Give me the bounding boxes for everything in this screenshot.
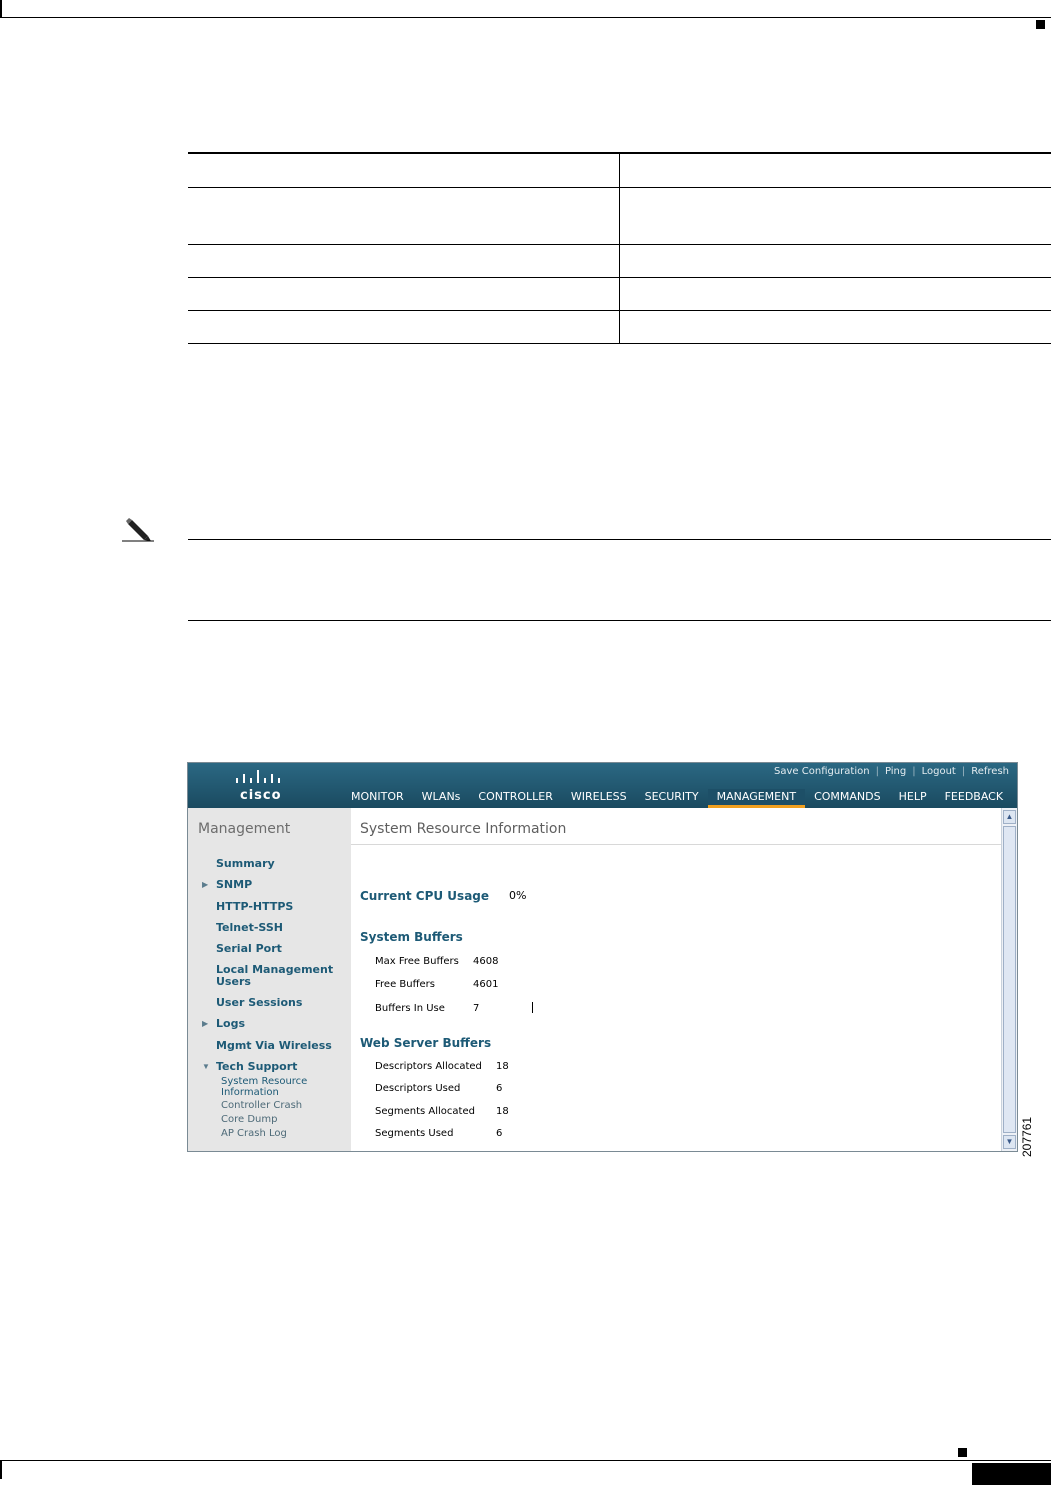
- note-rule-top: [188, 539, 1051, 540]
- link-separator: |: [875, 766, 879, 777]
- sidebar-item-local-management-users[interactable]: Local Management Users: [216, 964, 340, 988]
- footer-marker: [958, 1448, 967, 1457]
- table-row: [188, 187, 1051, 245]
- scroll-down-icon[interactable]: ▼: [1003, 1135, 1016, 1149]
- table-row: [188, 277, 1051, 311]
- expand-down-icon[interactable]: ▼: [202, 1062, 210, 1071]
- subitem-ap-crash-log[interactable]: AP Crash Log: [221, 1128, 287, 1139]
- table-row: [188, 244, 1051, 278]
- expand-right-icon[interactable]: ▶: [202, 1019, 208, 1028]
- cisco-logo-icon: [236, 770, 280, 783]
- nav-management[interactable]: MANAGEMENT: [707, 789, 806, 808]
- note-rule-bottom: [188, 620, 1051, 621]
- sidebar-item-tech-support[interactable]: Tech Support: [216, 1061, 297, 1073]
- cpu-usage-value: 0%: [509, 889, 527, 902]
- free-buffers-label: Free Buffers: [375, 979, 435, 990]
- cisco-wordmark: cisco: [240, 788, 282, 803]
- segments-used-label: Segments Used: [375, 1128, 454, 1139]
- ping-link[interactable]: Ping: [885, 766, 906, 777]
- descriptors-used-label: Descriptors Used: [375, 1083, 461, 1094]
- segments-allocated-label: Segments Allocated: [375, 1106, 475, 1117]
- web-server-buffers-heading: Web Server Buffers: [360, 1036, 492, 1050]
- logout-link[interactable]: Logout: [922, 766, 956, 777]
- figure-id: 207761: [1020, 1117, 1036, 1183]
- nav-help[interactable]: HELP: [890, 789, 936, 808]
- main-nav: MONITOR WLANs CONTROLLER WIRELESS SECURI…: [342, 789, 1012, 808]
- wlc-header-bar: cisco Save Configuration | Ping | Logout | Ref…: [188, 763, 1017, 808]
- nav-wireless[interactable]: WIRELESS: [562, 789, 636, 808]
- wlc-screenshot-figure: cisco Save Configuration | Ping | Logout | Ref…: [187, 762, 1018, 1152]
- table-cell: [188, 187, 620, 245]
- max-free-buffers-value: 4608: [473, 956, 499, 967]
- sidebar-item-telnet-ssh[interactable]: Telnet-SSH: [216, 922, 283, 934]
- nav-monitor[interactable]: MONITOR: [342, 789, 413, 808]
- header-tick-mark: [0, 0, 2, 17]
- descriptors-allocated-label: Descriptors Allocated: [375, 1061, 482, 1072]
- utility-links: Save Configuration | Ping | Logout | Refresh: [774, 766, 1009, 777]
- link-separator: |: [961, 766, 966, 777]
- link-separator: |: [912, 766, 916, 777]
- figure-number: 207761: [1020, 1116, 1034, 1157]
- page-title: System Resource Information: [360, 821, 567, 837]
- sidebar-item-snmp[interactable]: SNMP: [216, 879, 252, 891]
- descriptors-used-value: 6: [496, 1083, 503, 1094]
- nav-commands[interactable]: COMMANDS: [805, 789, 890, 808]
- table-cell: [188, 244, 620, 278]
- document-table: [188, 152, 1051, 344]
- sidebar-item-http-https[interactable]: HTTP-HTTPS: [216, 901, 293, 913]
- text-cursor: [532, 1002, 533, 1013]
- save-configuration-link[interactable]: Save Configuration: [774, 766, 870, 777]
- main-panel: System Resource Information Current CPU …: [351, 808, 1001, 1151]
- expand-right-icon[interactable]: ▶: [202, 880, 208, 889]
- sidebar-item-serial-port[interactable]: Serial Port: [216, 943, 282, 955]
- nav-security[interactable]: SECURITY: [636, 789, 708, 808]
- subitem-core-dump[interactable]: Core Dump: [221, 1114, 277, 1125]
- scroll-up-icon[interactable]: ▲: [1003, 810, 1016, 824]
- table-row: [188, 152, 1051, 188]
- footer-rule: [0, 1460, 1051, 1461]
- table-cell: [188, 310, 620, 344]
- footer-page-tab: [972, 1463, 1051, 1485]
- free-buffers-value: 4601: [473, 979, 499, 990]
- header-rule: [0, 17, 1051, 18]
- title-divider: [351, 844, 1001, 845]
- nav-controller[interactable]: CONTROLLER: [469, 789, 561, 808]
- max-free-buffers-label: Max Free Buffers: [375, 956, 459, 967]
- descriptors-allocated-value: 18: [496, 1061, 509, 1072]
- segments-used-value: 6: [496, 1128, 503, 1139]
- sidebar-item-logs[interactable]: Logs: [216, 1018, 245, 1030]
- note-pencil-icon: [122, 518, 154, 542]
- header-marker: [1036, 20, 1045, 29]
- table-cell: [188, 152, 620, 188]
- sidebar-item-user-sessions[interactable]: User Sessions: [216, 997, 302, 1009]
- nav-wlans[interactable]: WLANs: [413, 789, 470, 808]
- buffers-in-use-label: Buffers In Use: [375, 1003, 445, 1014]
- subitem-system-resource-information[interactable]: System Resource Information: [221, 1076, 331, 1098]
- table-cell: [619, 277, 1051, 311]
- scroll-thumb[interactable]: [1003, 826, 1016, 1133]
- table-cell: [619, 152, 1051, 188]
- refresh-link[interactable]: Refresh: [971, 766, 1009, 777]
- segments-allocated-value: 18: [496, 1106, 509, 1117]
- sidebar: Management Summary ▶ SNMP HTTP-HTTPS Tel…: [188, 808, 351, 1151]
- subitem-controller-crash[interactable]: Controller Crash: [221, 1100, 302, 1111]
- system-buffers-heading: System Buffers: [360, 930, 463, 944]
- table-cell: [619, 310, 1051, 344]
- sidebar-item-mgmt-via-wireless[interactable]: Mgmt Via Wireless: [216, 1040, 332, 1052]
- vertical-scrollbar[interactable]: ▲ ▼: [1001, 808, 1017, 1151]
- table-cell: [619, 244, 1051, 278]
- footer-tick-mark: [0, 1461, 2, 1479]
- table-row: [188, 310, 1051, 344]
- sidebar-title: Management: [198, 821, 291, 837]
- nav-feedback[interactable]: FEEDBACK: [936, 789, 1012, 808]
- table-cell: [188, 277, 620, 311]
- buffers-in-use-value: 7: [473, 1003, 480, 1014]
- sidebar-item-summary[interactable]: Summary: [216, 858, 275, 870]
- cpu-usage-label: Current CPU Usage: [360, 889, 490, 903]
- table-cell: [619, 187, 1051, 245]
